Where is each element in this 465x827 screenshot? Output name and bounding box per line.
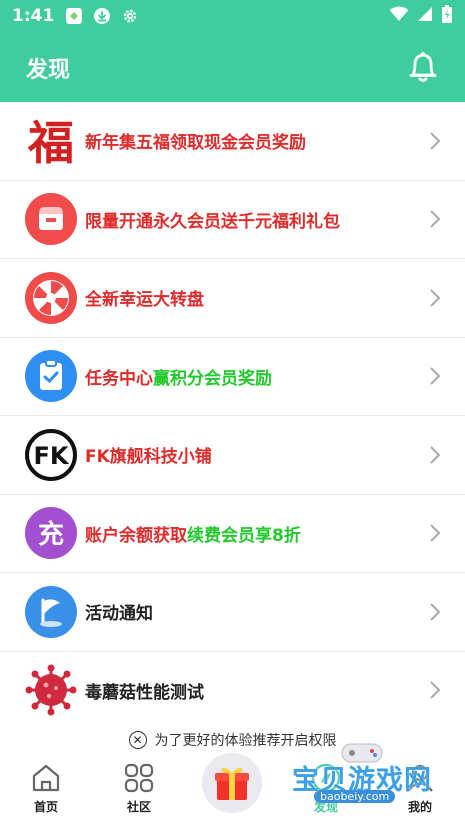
list-item-vip-gift[interactable]: 限量开通永久会员送千元福利礼包 [0,181,465,259]
task-clipboard-icon [25,350,77,403]
list-item-lucky-wheel[interactable]: 全新幸运大转盘 [0,259,465,338]
gift-box-icon [215,767,249,800]
list-item-label: 账户余额获取续费会员享8折 [85,521,301,546]
permission-prompt[interactable]: ✕ 为了更好的体验推荐开启权限 [0,724,465,756]
chevron-right-icon [430,603,441,621]
recharge-icon-text: 充 [38,519,64,550]
permission-prompt-text: 为了更好的体验推荐开启权限 [154,733,337,749]
chevron-right-icon [430,132,441,150]
virus-icon [25,664,77,716]
svg-text:FK: FK [34,442,70,470]
profile-icon [407,764,433,792]
flag-notice-icon [25,585,77,638]
chevron-right-icon [430,681,441,699]
wifi-icon [389,6,409,26]
list-item-label: 全新幸运大转盘 [85,290,204,311]
list-item-task-center[interactable]: 任务中心赢积分会员奖励 [0,338,465,416]
discover-list: 福 新年集五福领取现金会员奖励 限量开通永久会员送千元福利礼包 全新幸运大转盘 [0,102,465,730]
list-item-activity-notice[interactable]: 活动通知 [0,573,465,652]
tab-label: 社区 [126,800,151,814]
list-item-label: 限量开通永久会员送千元福利礼包 [85,211,340,232]
list-item-recharge[interactable]: 充 账户余额获取续费会员享8折 [0,495,465,573]
grid-icon [124,763,154,793]
home-icon [32,764,60,792]
app-notification-icon [64,6,84,26]
page-title: 发现 [26,58,71,83]
lucky-wheel-icon [25,271,77,324]
list-item-label: 任务中心赢积分会员奖励 [85,364,272,389]
label-red-part: 账户余额获取 [85,525,187,546]
close-icon[interactable]: ✕ [128,731,147,749]
tab-home[interactable]: 首页 [16,762,76,815]
list-item-five-blessings[interactable]: 福 新年集五福领取现金会员奖励 [0,102,465,181]
list-item-label: FK旗舰科技小铺 [85,447,212,468]
discover-icon [311,763,341,793]
tab-gift-center[interactable] [202,753,262,813]
svg-text:福: 福 [27,116,74,167]
chevron-right-icon [430,524,441,542]
app-header: 发现 [0,32,465,102]
gift-bag-icon [25,193,77,246]
chevron-right-icon [430,367,441,385]
tab-label: 我的 [407,800,432,814]
recharge-icon: 充 [25,507,77,560]
status-time: 1:41 [12,6,55,26]
chevron-right-icon [430,289,441,307]
label-red-part: 任务中心 [85,368,153,389]
settings-gear-icon [120,6,140,26]
list-item-fk-shop[interactable]: FK FK旗舰科技小铺 [0,416,465,495]
signal-icon [417,6,433,26]
label-green-part: 续费会员享8折 [187,525,301,546]
tab-profile[interactable]: 我的 [390,762,450,815]
chevron-right-icon [430,446,441,464]
tab-label: 首页 [33,800,58,814]
battery-icon [441,4,453,28]
fk-logo-icon: FK [25,428,77,481]
list-item-performance-test[interactable]: 毒蘑菇性能测试 [0,652,465,730]
tab-discover[interactable]: 发现 [296,762,356,815]
list-item-label: 新年集五福领取现金会员奖励 [85,133,306,154]
chevron-right-icon [430,210,441,228]
label-green-part: 赢积分会员奖励 [153,368,272,389]
fu-character-icon: 福 [25,115,77,167]
tab-label: 发现 [313,800,338,814]
tab-community[interactable]: 社区 [109,762,169,815]
download-icon [92,6,112,26]
status-bar: 1:41 [0,0,465,32]
bottom-tab-bar: 首页 社区 发现 我的 [0,753,465,827]
list-item-label: 毒蘑菇性能测试 [85,682,204,703]
list-item-label: 活动通知 [85,604,153,625]
notification-bell-icon[interactable] [407,50,439,84]
